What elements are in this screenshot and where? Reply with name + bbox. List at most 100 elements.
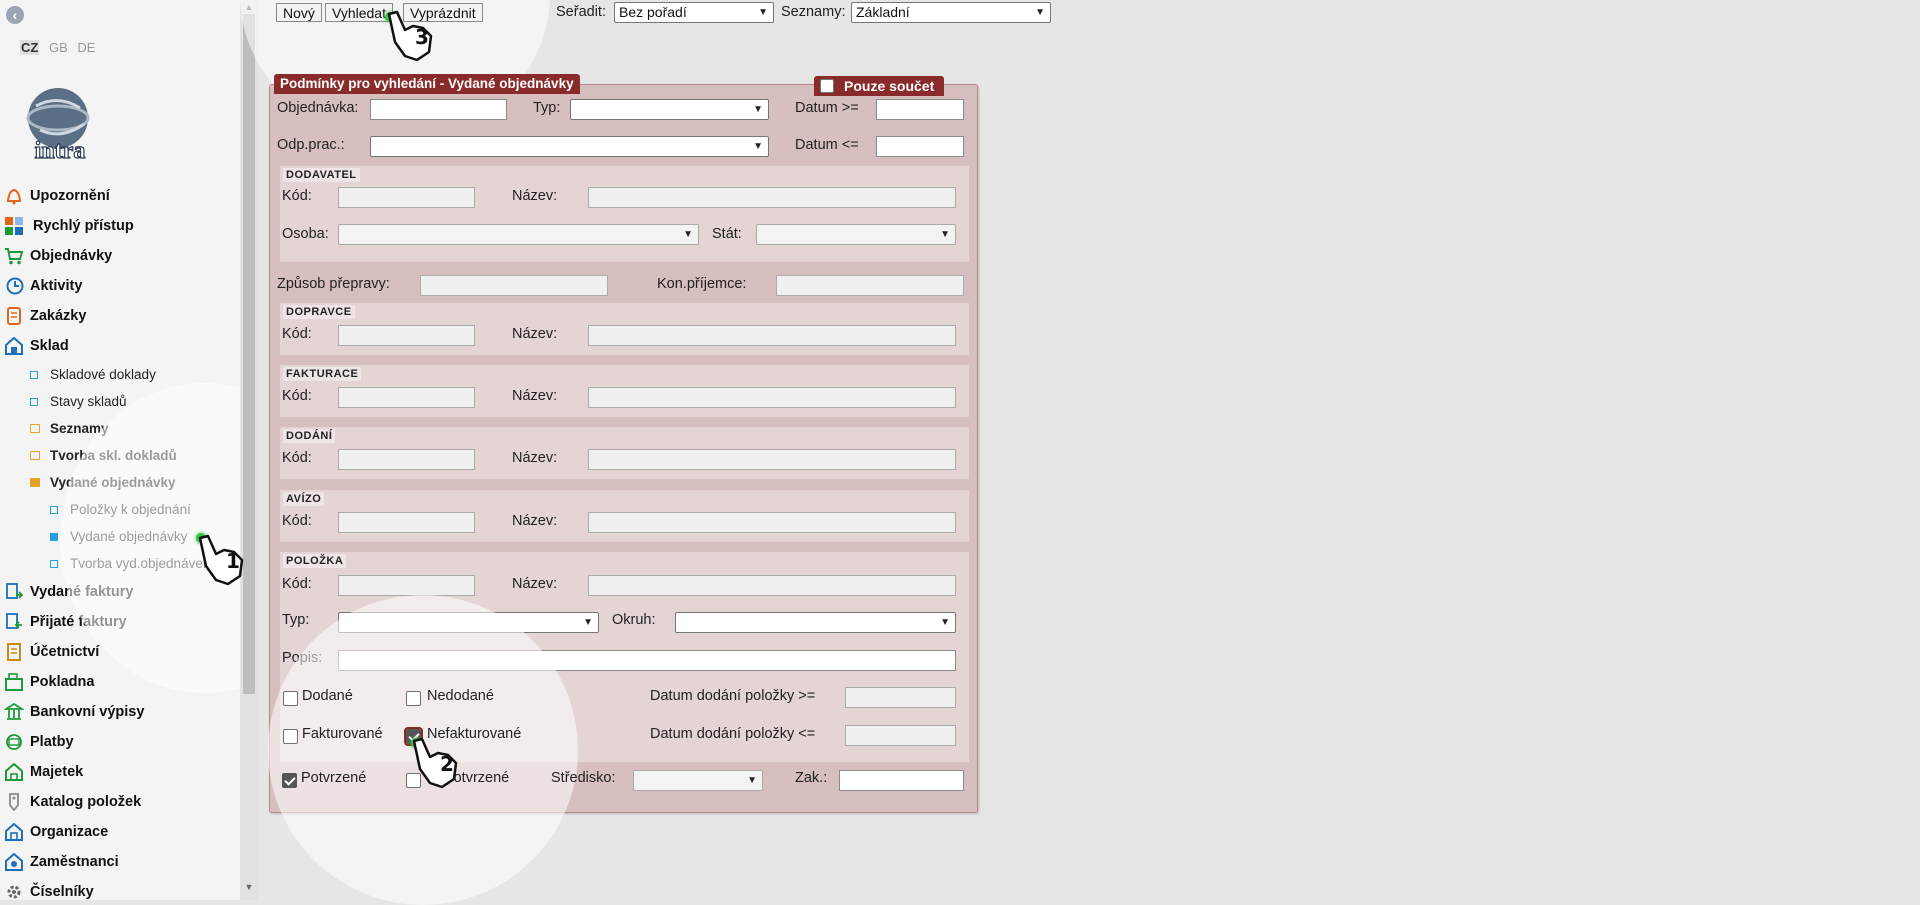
nav-label: Vydané faktury xyxy=(30,584,134,600)
clipboard-icon xyxy=(7,307,21,325)
unconfirmed-checkbox[interactable] xyxy=(406,773,421,788)
chevron-down-icon: ▼ xyxy=(758,7,768,18)
responsible-worker-select[interactable]: ▼ xyxy=(370,136,769,157)
lang-gb[interactable]: GB xyxy=(49,40,68,55)
delivery-name-input[interactable] xyxy=(588,449,956,470)
item-type-select[interactable]: ▼ xyxy=(338,612,599,633)
delivery-code-label: Kód: xyxy=(282,450,312,466)
chevron-down-icon: ▼ xyxy=(747,775,757,786)
delivered-checkbox[interactable] xyxy=(283,691,298,706)
item-delivery-date-to-input[interactable] xyxy=(845,725,956,746)
final-recipient-label: Kon.příjemce: xyxy=(657,276,747,292)
tag-icon xyxy=(9,793,19,811)
logo-text: intra xyxy=(35,138,86,164)
transport-input[interactable] xyxy=(420,275,608,296)
nav-label: Platby xyxy=(30,734,74,750)
cart-icon xyxy=(5,248,24,265)
sidebar-item-tvorba-vyd-objednavek[interactable]: Tvorba vyd.objednávek xyxy=(50,553,210,575)
person-select[interactable]: ▼ xyxy=(338,224,699,245)
nav-pokladna[interactable]: Pokladna xyxy=(0,670,240,694)
sum-only-checkbox[interactable] xyxy=(820,79,834,93)
nav-label: Přijaté faktury xyxy=(30,614,127,630)
step-1-dot xyxy=(196,533,206,543)
advice-name-input[interactable] xyxy=(588,512,956,533)
cost-center-select[interactable]: ▼ xyxy=(633,770,763,791)
type-select[interactable]: ▼ xyxy=(570,99,769,120)
nav-bankovni-vypisy[interactable]: Bankovní výpisy xyxy=(0,700,240,724)
scroll-down-icon[interactable]: ▼ xyxy=(240,880,258,894)
chevron-down-icon: ▼ xyxy=(1035,7,1045,18)
nav-majetek[interactable]: Majetek xyxy=(0,760,240,784)
sidebar-item-label: Skladové doklady xyxy=(50,367,156,382)
order-input[interactable] xyxy=(370,99,507,120)
lang-de[interactable]: DE xyxy=(77,40,95,55)
country-select[interactable]: ▼ xyxy=(756,224,956,245)
supplier-name-input[interactable] xyxy=(588,187,956,208)
nav-prijate-faktury[interactable]: Přijaté faktury xyxy=(0,610,240,634)
nav-aktivity[interactable]: Aktivity xyxy=(0,274,240,298)
back-arrow-icon[interactable]: ‹ xyxy=(6,6,24,24)
invoicing-code-input[interactable] xyxy=(338,387,475,408)
lists-select[interactable]: Základní ▼ xyxy=(851,2,1051,23)
nav-ciselniky[interactable]: Číselníky xyxy=(0,880,240,900)
sort-select[interactable]: Bez pořadí ▼ xyxy=(614,2,774,23)
nav-label: Zakázky xyxy=(30,308,87,324)
cashbox-icon xyxy=(5,673,23,691)
scrollbar-thumb[interactable] xyxy=(243,14,255,694)
nav-label: Rychlý přístup xyxy=(33,218,134,234)
nav-katalog-polozek[interactable]: Katalog položek xyxy=(0,790,240,814)
nav-organizace[interactable]: Organizace xyxy=(0,820,240,844)
date-to-input[interactable] xyxy=(876,136,964,157)
nav-ucetnictvi[interactable]: Účetnictví xyxy=(0,640,240,664)
nav-label: Zaměstnanci xyxy=(30,854,119,870)
item-code-input[interactable] xyxy=(338,575,475,596)
invoicing-name-input[interactable] xyxy=(588,387,956,408)
sort-label: Seřadit: xyxy=(556,4,606,20)
carrier-code-label: Kód: xyxy=(282,326,312,342)
supplier-code-input[interactable] xyxy=(338,187,475,208)
undelivered-checkbox[interactable] xyxy=(406,691,421,706)
carrier-code-input[interactable] xyxy=(338,325,475,346)
item-name-label: Název: xyxy=(512,576,558,592)
delivery-heading: DODÁNÍ xyxy=(283,429,336,443)
description-input[interactable] xyxy=(338,650,956,671)
sum-only-label: Pouze součet xyxy=(844,78,935,94)
carrier-name-input[interactable] xyxy=(588,325,956,346)
supplier-heading: DODAVATEL xyxy=(283,168,360,182)
lang-cz[interactable]: CZ xyxy=(20,40,40,55)
final-recipient-input[interactable] xyxy=(776,275,964,296)
sum-only-toggle[interactable]: Pouze součet xyxy=(814,76,944,96)
payment-icon xyxy=(6,734,22,750)
new-button[interactable]: Nový xyxy=(276,3,322,22)
nav-label: Účetnictví xyxy=(30,644,100,660)
advice-code-input[interactable] xyxy=(338,512,475,533)
nav-zakazky[interactable]: Zakázky xyxy=(0,304,240,328)
language-switcher: CZ GB DE xyxy=(20,40,101,55)
item-delivery-date-from-label: Datum dodání položky >= xyxy=(650,688,816,704)
delivery-code-input[interactable] xyxy=(338,449,475,470)
confirmed-checkbox[interactable] xyxy=(282,773,297,788)
sidebar-item-label: Tvorba skl. dokladů xyxy=(50,448,177,463)
nav-rychly-pristup[interactable]: Rychlý přístup xyxy=(0,214,240,238)
item-scope-select[interactable]: ▼ xyxy=(675,612,956,633)
nav-upozorneni[interactable]: Upozornění xyxy=(0,184,240,208)
item-name-input[interactable] xyxy=(588,575,956,596)
nav-vydane-faktury[interactable]: Vydané faktury xyxy=(0,580,240,604)
invoice-out-icon xyxy=(6,583,24,599)
clear-button[interactable]: Vyprázdnit xyxy=(403,3,483,22)
date-from-input[interactable] xyxy=(876,99,964,120)
scroll-up-icon[interactable]: ▲ xyxy=(240,0,258,14)
invoiced-checkbox[interactable] xyxy=(283,729,298,744)
nav-objednavky[interactable]: Objednávky xyxy=(0,244,240,268)
step-3-dot xyxy=(385,12,395,22)
sidebar-scrollbar[interactable]: ▲ ▼ xyxy=(240,0,258,900)
warehouse-icon xyxy=(5,337,23,355)
search-button[interactable]: Vyhledat xyxy=(325,3,393,22)
item-delivery-date-from-input[interactable] xyxy=(845,687,956,708)
nav-platby[interactable]: Platby xyxy=(0,730,240,754)
job-input[interactable] xyxy=(839,770,964,791)
nav-zamestnanci[interactable]: Zaměstnanci xyxy=(0,850,240,874)
nav-label: Aktivity xyxy=(30,278,83,294)
sort-value: Bez pořadí xyxy=(619,4,687,20)
nav-sklad[interactable]: Sklad xyxy=(0,334,240,358)
